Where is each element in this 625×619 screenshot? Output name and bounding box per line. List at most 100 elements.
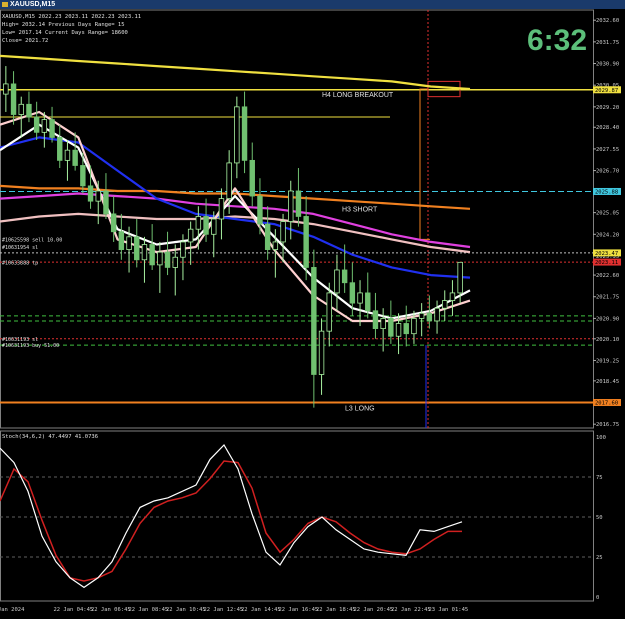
price-axis-label: 2018.45 <box>596 379 619 385</box>
time-axis-label: 22 Jan 08:45 <box>129 607 169 613</box>
candle-body <box>180 241 186 258</box>
candle-body <box>418 312 425 319</box>
candle-body <box>80 165 86 187</box>
time-axis-label: 22 Jan 16:45 <box>279 607 319 613</box>
candle-body <box>411 318 417 335</box>
candle-body <box>264 223 271 250</box>
candle-body <box>380 318 386 329</box>
candle-body <box>303 216 309 268</box>
stoch-axis-label: 100 <box>596 435 606 441</box>
price-axis-label: 2020.10 <box>596 337 619 343</box>
price-tag-label: 2023.11 <box>595 260 618 266</box>
candle-body <box>372 310 379 329</box>
stoch-label: Stoch(34,6,2) 47.4497 41.0736 <box>2 434 98 440</box>
zone-label: L3 LONG <box>345 406 375 413</box>
candle-body <box>57 137 63 161</box>
price-tag-label: 2029.87 <box>595 88 618 94</box>
chart-header-line: XAUUSD,M15 2022.23 2023.11 2022.23 2023.… <box>2 14 141 20</box>
candle-body <box>110 213 117 233</box>
candle-body <box>87 185 94 202</box>
order-label: #10633888 tp <box>2 260 38 266</box>
candle-body <box>318 330 325 375</box>
price-axis-label: 2031.75 <box>596 40 619 46</box>
candle-body <box>349 282 356 304</box>
time-axis-label: 22 Jan 06:45 <box>91 607 131 613</box>
price-axis-label: 2029.20 <box>596 105 619 111</box>
order-label: #10625598 sell 10.00 <box>2 237 62 243</box>
price-axis-label: 2026.70 <box>596 169 619 175</box>
price-axis-label: 2016.75 <box>596 422 619 428</box>
candle-body <box>3 83 9 95</box>
candle-body <box>26 103 32 118</box>
candle-body <box>72 149 78 166</box>
price-axis-label: 2028.40 <box>596 125 619 131</box>
candle-body <box>64 149 71 161</box>
stoch-axis-label: 50 <box>596 515 603 521</box>
time-axis-label: 22 Jan 04:45 <box>54 607 94 613</box>
time-axis-label: 22 Jan 18:45 <box>316 607 356 613</box>
time-axis-label: 22 Jan 22:45 <box>391 607 431 613</box>
candle-body <box>426 312 433 322</box>
candle-body <box>134 236 140 261</box>
candle-body <box>234 106 240 164</box>
zone-label: H4 LONG BREAKOUT <box>322 92 394 99</box>
candle-body <box>365 292 371 312</box>
chart-header-line: Low= 2017.14 Current Days Range= 18600 <box>2 30 128 36</box>
candle-body <box>403 323 409 335</box>
candle-body <box>172 256 178 268</box>
candle-body <box>442 300 448 309</box>
candle-body <box>395 323 402 337</box>
candle-body <box>10 83 17 115</box>
candle-body <box>126 236 132 250</box>
candle-body <box>157 251 163 266</box>
candle-body <box>33 116 40 133</box>
price-axis-label: 2021.75 <box>596 295 619 301</box>
candle-body <box>334 269 340 294</box>
price-axis-label: 2020.90 <box>596 316 619 322</box>
price-axis-label: 2030.90 <box>596 62 619 68</box>
stoch-axis-label: 75 <box>596 475 603 481</box>
candle-body <box>341 269 348 284</box>
candle-body <box>187 228 194 243</box>
candle-body <box>388 318 394 337</box>
candle-body <box>272 241 279 250</box>
candle-body <box>203 216 209 235</box>
candle-body <box>226 162 232 200</box>
candle-body <box>326 292 332 332</box>
price-tag-label: 2023.47 <box>595 251 618 257</box>
price-chart[interactable]: 2032.602031.752030.902030.052029.202028.… <box>0 0 625 619</box>
candle-body <box>103 190 109 215</box>
candle-body <box>164 251 171 268</box>
time-axis-label: 22 Jan 14:45 <box>241 607 281 613</box>
time-axis-label: 22 Jan 2024 <box>0 607 25 613</box>
price-axis-label: 2019.25 <box>596 358 619 364</box>
order-label: #10631193 buy 51.00 <box>2 343 59 349</box>
price-axis-label: 2025.05 <box>596 211 619 217</box>
stoch-pane-frame <box>0 430 594 602</box>
countdown-clock: 6:32 <box>527 24 587 57</box>
candle-body <box>41 119 48 133</box>
candle-body <box>249 159 255 197</box>
time-axis-label: 23 Jan 01:45 <box>429 607 469 613</box>
candle-body <box>434 307 440 322</box>
time-axis-label: 22 Jan 12:45 <box>204 607 244 613</box>
candle-body <box>295 190 302 217</box>
candle-body <box>18 103 24 115</box>
candle-body <box>288 190 294 222</box>
candle-body <box>149 244 155 266</box>
time-axis-label: 22 Jan 10:45 <box>166 607 206 613</box>
price-tag-label: 2017.60 <box>595 401 618 407</box>
price-axis-label: 2032.60 <box>596 18 619 24</box>
candle-body <box>218 198 225 220</box>
main-pane-frame <box>0 9 594 429</box>
candle-body <box>95 190 101 202</box>
price-axis-label: 2024.20 <box>596 232 619 238</box>
price-axis-label: 2022.60 <box>596 273 619 279</box>
candle-body <box>449 292 456 301</box>
stoch-axis-label: 25 <box>596 555 603 561</box>
candle-body <box>280 221 286 243</box>
candle-body <box>118 231 125 250</box>
candle-body <box>357 292 363 304</box>
candle-body <box>49 119 55 138</box>
zone-label: H3 SHORT <box>342 207 378 214</box>
